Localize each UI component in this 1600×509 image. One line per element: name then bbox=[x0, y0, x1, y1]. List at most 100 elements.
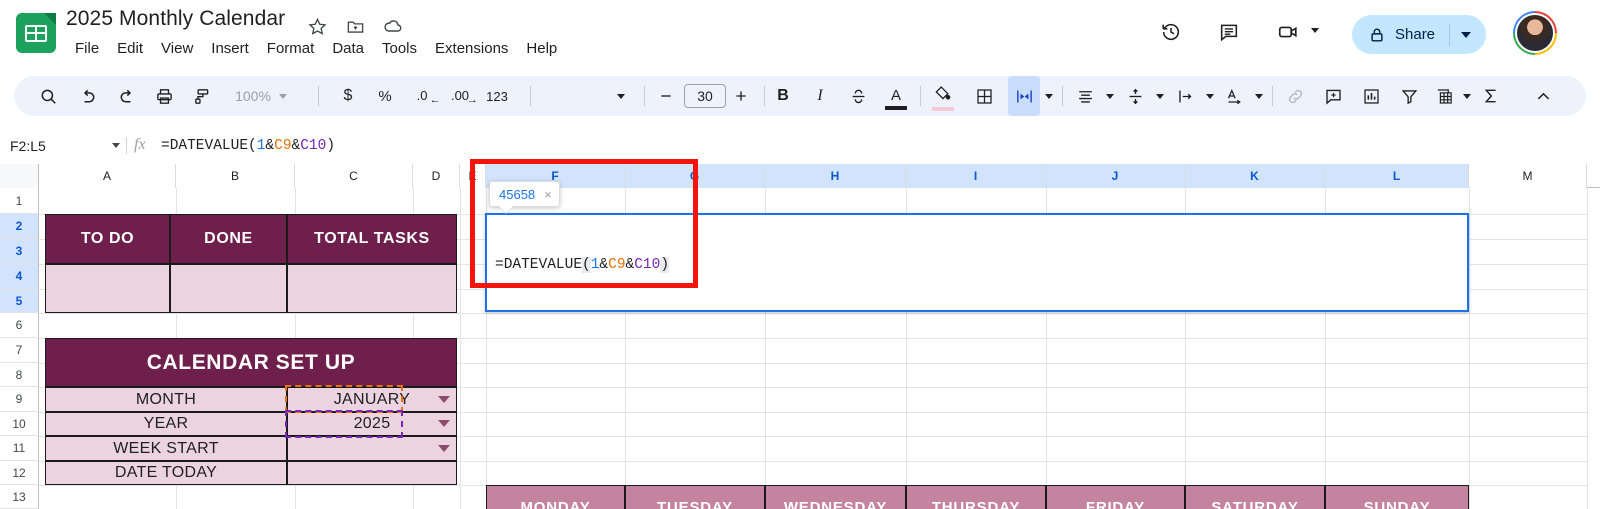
cell-date-today-value[interactable] bbox=[287, 461, 457, 485]
insert-comment-icon[interactable] bbox=[1317, 76, 1349, 116]
cell-total-tasks-header[interactable]: TOTAL TASKS bbox=[287, 214, 457, 264]
bold-button[interactable]: B bbox=[767, 76, 799, 116]
cell-day-monday[interactable]: MONDAY bbox=[486, 485, 625, 509]
increase-decimal-button[interactable]: .00 → bbox=[444, 76, 478, 116]
merge-dropdown-caret-icon[interactable] bbox=[1037, 76, 1061, 116]
cell-calendar-setup-title[interactable]: CALENDAR SET UP bbox=[45, 338, 457, 387]
column-header-k[interactable]: K bbox=[1185, 164, 1325, 188]
row-header-1[interactable]: 1 bbox=[0, 188, 39, 214]
cell-month-label[interactable]: MONTH bbox=[45, 387, 287, 412]
cloud-saved-icon[interactable] bbox=[381, 14, 405, 38]
more-formats-button[interactable]: 123 bbox=[480, 76, 514, 116]
close-icon[interactable]: × bbox=[544, 187, 552, 202]
search-icon[interactable] bbox=[32, 76, 64, 116]
column-header-j[interactable]: J bbox=[1046, 164, 1185, 188]
collapse-toolbar-icon[interactable] bbox=[1527, 76, 1559, 116]
print-icon[interactable] bbox=[148, 76, 180, 116]
sheets-logo-icon[interactable] bbox=[16, 13, 56, 53]
cell-total-tasks-value[interactable] bbox=[287, 264, 457, 313]
cell-todo-header[interactable]: TO DO bbox=[45, 214, 170, 264]
menu-extensions[interactable]: Extensions bbox=[426, 38, 517, 59]
star-icon[interactable] bbox=[305, 14, 329, 38]
row-header-2[interactable]: 2 bbox=[0, 214, 39, 239]
meet-icon[interactable] bbox=[1270, 14, 1306, 50]
row-header-11[interactable]: 11 bbox=[0, 436, 39, 461]
menu-format[interactable]: Format bbox=[258, 38, 324, 59]
row-header-6[interactable]: 6 bbox=[0, 313, 39, 338]
vertical-align-button[interactable] bbox=[1119, 76, 1151, 116]
row-header-13[interactable]: 13 bbox=[0, 485, 39, 509]
cell-day-friday[interactable]: FRIDAY bbox=[1046, 485, 1185, 509]
currency-format-button[interactable]: $ bbox=[332, 76, 364, 116]
cell-editor[interactable]: =DATEVALUE(1&C9&C10) bbox=[485, 213, 1469, 312]
column-header-b[interactable]: B bbox=[176, 164, 295, 188]
cell-done-value[interactable] bbox=[170, 264, 287, 313]
font-size-input[interactable]: 30 bbox=[684, 84, 726, 108]
document-title[interactable]: 2025 Monthly Calendar bbox=[66, 7, 285, 31]
cell-day-wednesday[interactable]: WEDNESDAY bbox=[765, 485, 906, 509]
cell-week-start-value[interactable] bbox=[287, 436, 457, 461]
zoom-caret-icon[interactable] bbox=[278, 93, 287, 99]
menu-view[interactable]: View bbox=[152, 38, 202, 59]
insert-chart-icon[interactable] bbox=[1355, 76, 1387, 116]
cell-todo-value[interactable] bbox=[45, 264, 170, 313]
column-header-i[interactable]: I bbox=[906, 164, 1046, 188]
text-color-button[interactable]: A bbox=[880, 76, 912, 116]
row-header-8[interactable]: 8 bbox=[0, 363, 39, 387]
cell-year-label[interactable]: YEAR bbox=[45, 412, 287, 436]
cell-day-saturday[interactable]: SATURDAY bbox=[1185, 485, 1325, 509]
decrease-font-size-button[interactable] bbox=[650, 76, 682, 116]
row-header-9[interactable]: 9 bbox=[0, 387, 39, 412]
avatar[interactable] bbox=[1513, 11, 1557, 55]
name-box[interactable]: F2:L5 bbox=[10, 128, 128, 163]
formula-input[interactable]: =DATEVALUE(1 & C9 & C10) bbox=[161, 128, 335, 163]
menu-data[interactable]: Data bbox=[323, 38, 373, 59]
borders-button[interactable] bbox=[968, 76, 1000, 116]
italic-button[interactable]: I bbox=[804, 76, 836, 116]
insert-link-icon[interactable] bbox=[1279, 76, 1311, 116]
percent-format-button[interactable]: % bbox=[369, 76, 401, 116]
row-header-10[interactable]: 10 bbox=[0, 412, 39, 436]
menu-edit[interactable]: Edit bbox=[108, 38, 152, 59]
select-all-corner[interactable] bbox=[0, 164, 39, 188]
font-dropdown-caret-icon[interactable] bbox=[606, 76, 636, 116]
comment-history-icon[interactable] bbox=[1211, 14, 1247, 50]
paint-format-icon[interactable] bbox=[186, 76, 218, 116]
meet-dropdown-caret-icon[interactable] bbox=[1311, 28, 1319, 33]
horizontal-align-button[interactable] bbox=[1069, 76, 1101, 116]
column-header-a[interactable]: A bbox=[39, 164, 176, 188]
week-start-dropdown-caret-icon[interactable] bbox=[438, 445, 450, 452]
merge-cells-button[interactable] bbox=[1008, 76, 1040, 116]
row-header-4[interactable]: 4 bbox=[0, 264, 39, 289]
sum-icon[interactable] bbox=[1475, 76, 1507, 116]
filter-icon[interactable] bbox=[1393, 76, 1425, 116]
share-dropdown-caret-icon[interactable] bbox=[1450, 31, 1482, 38]
undo-icon[interactable] bbox=[72, 76, 104, 116]
zoom-control[interactable]: 100% bbox=[224, 76, 298, 116]
cell-week-start-label[interactable]: WEEK START bbox=[45, 436, 287, 461]
cell-day-sunday[interactable]: SUNDAY bbox=[1325, 485, 1469, 509]
fill-color-button[interactable] bbox=[927, 76, 959, 116]
cell-day-thursday[interactable]: THURSDAY bbox=[906, 485, 1046, 509]
decrease-decimal-button[interactable]: .0 ← bbox=[406, 76, 441, 116]
menu-insert[interactable]: Insert bbox=[202, 38, 258, 59]
version-history-icon[interactable] bbox=[1153, 14, 1189, 50]
menu-tools[interactable]: Tools bbox=[373, 38, 426, 59]
column-header-l[interactable]: L bbox=[1325, 164, 1469, 188]
move-to-folder-icon[interactable] bbox=[343, 14, 367, 38]
menu-file[interactable]: File bbox=[66, 38, 108, 59]
cell-month-value[interactable]: JANUARY bbox=[287, 387, 457, 412]
text-rotation-caret-icon[interactable] bbox=[1247, 76, 1271, 116]
text-wrapping-button[interactable] bbox=[1169, 76, 1201, 116]
cell-date-today-label[interactable]: DATE TODAY bbox=[45, 461, 287, 485]
cell-year-value[interactable]: 2025 bbox=[287, 412, 457, 436]
row-header-12[interactable]: 12 bbox=[0, 461, 39, 485]
month-dropdown-caret-icon[interactable] bbox=[438, 396, 450, 403]
text-rotation-button[interactable] bbox=[1218, 76, 1250, 116]
menu-help[interactable]: Help bbox=[517, 38, 566, 59]
row-header-7[interactable]: 7 bbox=[0, 338, 39, 363]
column-header-h[interactable]: H bbox=[765, 164, 906, 188]
strikethrough-button[interactable] bbox=[842, 76, 874, 116]
increase-font-size-button[interactable] bbox=[725, 76, 757, 116]
row-header-5[interactable]: 5 bbox=[0, 289, 39, 313]
